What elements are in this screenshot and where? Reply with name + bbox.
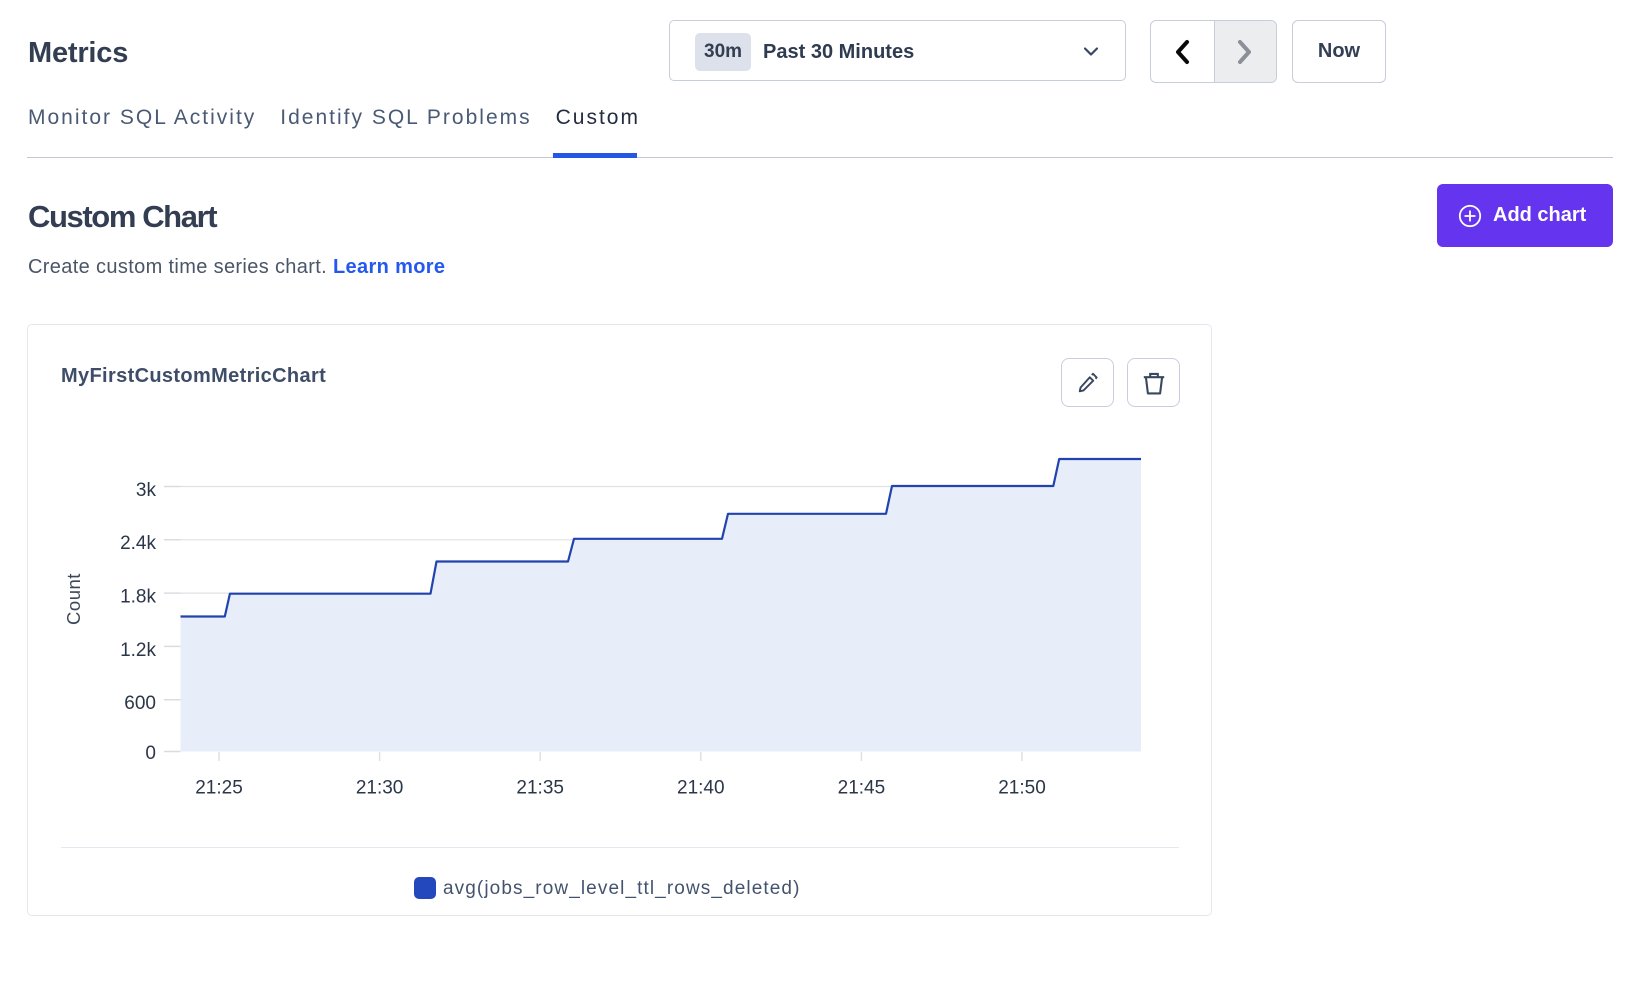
svg-text:0: 0 bbox=[145, 743, 156, 764]
svg-text:600: 600 bbox=[124, 693, 156, 714]
svg-text:3k: 3k bbox=[136, 480, 157, 501]
svg-text:21:50: 21:50 bbox=[998, 778, 1046, 799]
svg-text:21:40: 21:40 bbox=[677, 778, 725, 799]
svg-text:Count: Count bbox=[63, 573, 84, 625]
svg-text:1.8k: 1.8k bbox=[120, 587, 156, 608]
svg-text:21:25: 21:25 bbox=[195, 778, 243, 799]
svg-text:1.2k: 1.2k bbox=[120, 640, 156, 661]
svg-text:2.4k: 2.4k bbox=[120, 533, 156, 554]
svg-text:21:45: 21:45 bbox=[838, 778, 886, 799]
svg-text:21:30: 21:30 bbox=[356, 778, 404, 799]
svg-text:21:35: 21:35 bbox=[516, 778, 564, 799]
